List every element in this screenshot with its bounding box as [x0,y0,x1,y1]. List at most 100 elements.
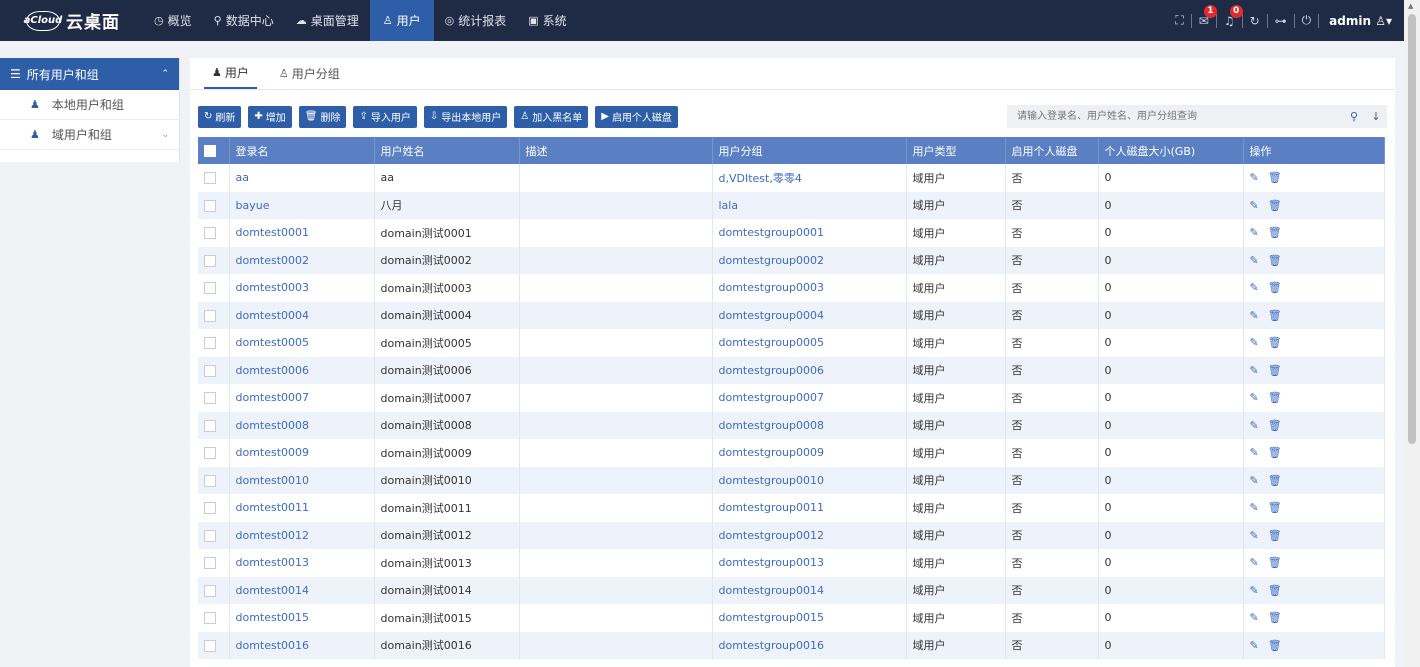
cell-login[interactable]: domtest0016 [229,631,375,659]
table-row[interactable]: domtest0014 domain测试0014 domtestgroup0014 域… [198,576,1385,604]
lock-icon[interactable]: ⊶ [1268,14,1294,28]
cell-login[interactable]: domtest0009 [229,439,375,467]
row-checkbox[interactable] [204,502,216,515]
trash-icon[interactable]: 🗑 [1268,391,1282,404]
cell-login[interactable]: aa [229,164,375,192]
select-all-checkbox[interactable] [204,145,216,157]
edit-icon[interactable]: ✎ [1250,281,1259,294]
edit-icon[interactable]: ✎ [1250,199,1259,212]
cell-group[interactable]: domtestgroup0003 [712,274,907,302]
cell-login[interactable]: domtest0007 [229,384,375,412]
column-header-group[interactable]: 用户分组 [712,137,907,164]
table-row[interactable]: domtest0013 domain测试0013 domtestgroup0013 域… [198,549,1385,577]
trash-icon[interactable]: 🗑 [1268,639,1282,652]
trash-icon[interactable]: 🗑 [1268,171,1282,184]
edit-icon[interactable]: ✎ [1250,501,1259,514]
trash-icon[interactable]: 🗑 [1268,254,1282,267]
edit-icon[interactable]: ✎ [1250,529,1259,542]
trash-icon[interactable]: 🗑 [1268,446,1282,459]
bell-icon[interactable]: ♫ 0 [1217,4,1243,28]
cell-group[interactable]: domtestgroup0009 [712,439,907,467]
column-header-description[interactable]: 描述 [519,137,713,164]
cell-group[interactable]: domtestgroup0012 [712,521,907,549]
edit-icon[interactable]: ✎ [1250,584,1259,597]
search-icon[interactable]: ⚲ [1343,110,1365,123]
edit-icon[interactable]: ✎ [1250,639,1259,652]
table-row[interactable]: bayue 八月 lala 域用户否 0 ✎ 🗑 [198,191,1385,219]
trash-icon[interactable]: 🗑 [1268,281,1282,294]
nav-system[interactable]: ▣ 系统 [517,0,577,41]
cell-group[interactable]: domtestgroup0016 [712,631,907,659]
scroll-up-icon[interactable]: ▲ [1408,2,1413,10]
cell-login[interactable]: domtest0015 [229,604,375,632]
cell-group[interactable]: domtestgroup0007 [712,384,907,412]
user-menu[interactable]: admin ♙▾ [1319,14,1392,28]
cell-login[interactable]: domtest0013 [229,549,375,577]
cell-group[interactable]: domtestgroup0015 [712,604,907,632]
refresh-icon[interactable]: ↻ [1243,14,1267,28]
cell-login[interactable]: domtest0003 [229,274,375,302]
row-checkbox[interactable] [204,392,216,405]
edit-icon[interactable]: ✎ [1250,446,1259,459]
mail-icon[interactable]: ✉ 1 [1192,4,1217,28]
edit-icon[interactable]: ✎ [1250,336,1259,349]
column-header-type[interactable]: 用户类型 [906,137,1006,164]
trash-icon[interactable]: 🗑 [1268,419,1282,432]
search-input[interactable] [1007,105,1343,128]
table-row[interactable]: domtest0006 domain测试0006 domtestgroup0006 域… [198,356,1385,384]
trash-icon[interactable]: 🗑 [1268,309,1282,322]
cell-login[interactable]: domtest0001 [229,219,375,247]
cell-login[interactable]: domtest0011 [229,494,375,522]
export-local-users-button[interactable]: ⇩ 导出本地用户 [423,105,508,128]
add-to-blacklist-button[interactable]: ♙ 加入黑名单 [514,105,589,128]
arrow-down-icon[interactable]: ↓ [1365,110,1387,123]
table-row[interactable]: domtest0005 domain测试0005 domtestgroup0005 域… [198,329,1385,357]
delete-button[interactable]: 🗑 删除 [298,105,347,128]
column-header-disk-enabled[interactable]: 启用个人磁盘 [1005,137,1099,164]
row-checkbox[interactable] [204,474,216,487]
column-header-login[interactable]: 登录名 [229,137,375,164]
row-checkbox[interactable] [204,309,216,322]
scroll-thumb[interactable] [1408,14,1416,444]
row-checkbox[interactable] [204,172,216,185]
cell-login[interactable]: domtest0006 [229,356,375,384]
cell-login[interactable]: domtest0010 [229,466,375,494]
fullscreen-icon[interactable]: ⛶ [1168,13,1190,28]
edit-icon[interactable]: ✎ [1250,364,1259,377]
cell-group[interactable]: lala [712,191,907,219]
table-row[interactable]: domtest0015 domain测试0015 domtestgroup0015 域… [198,604,1385,632]
cell-group[interactable]: domtestgroup0011 [712,494,907,522]
table-row[interactable]: domtest0009 domain测试0009 domtestgroup0009 域… [198,439,1385,467]
row-checkbox[interactable] [204,199,216,212]
cell-login[interactable]: domtest0012 [229,521,375,549]
table-row[interactable]: domtest0012 domain测试0012 domtestgroup0012 域… [198,521,1385,549]
row-checkbox[interactable] [204,584,216,597]
trash-icon[interactable]: 🗑 [1268,336,1282,349]
cell-group[interactable]: domtestgroup0014 [712,576,907,604]
row-checkbox[interactable] [204,364,216,377]
nav-datacenter[interactable]: ⚲ 数据中心 [203,0,285,41]
cell-login[interactable]: domtest0004 [229,301,375,329]
nav-reports[interactable]: ◎ 统计报表 [434,0,518,41]
sidebar-item-local-users[interactable]: ♟ 本地用户和组 [0,90,179,120]
table-row[interactable]: domtest0008 domain测试0008 domtestgroup0008 域… [198,411,1385,439]
page-scrollbar[interactable]: ▲ [1404,0,1420,667]
trash-icon[interactable]: 🗑 [1268,529,1282,542]
import-users-button[interactable]: ⇪ 导入用户 [353,105,417,128]
sidebar-item-domain-users[interactable]: ♟ 域用户和组 ⌄ [0,120,179,150]
tab-users[interactable]: ♟ 用户 [204,57,257,89]
trash-icon[interactable]: 🗑 [1268,226,1282,239]
refresh-button[interactable]: ↻ 刷新 [198,105,242,128]
edit-icon[interactable]: ✎ [1250,474,1259,487]
sidebar-header-all-users[interactable]: ☰ 所有用户和组 ⌃ [0,58,179,90]
row-checkbox[interactable] [204,419,216,432]
edit-icon[interactable]: ✎ [1250,254,1259,267]
row-checkbox[interactable] [204,337,216,350]
table-row[interactable]: domtest0010 domain测试0010 domtestgroup0010 域… [198,466,1385,494]
trash-icon[interactable]: 🗑 [1268,584,1282,597]
row-checkbox[interactable] [204,254,216,267]
cell-login[interactable]: domtest0014 [229,576,375,604]
cell-group[interactable]: domtestgroup0005 [712,329,907,357]
cell-group[interactable]: domtestgroup0001 [712,219,907,247]
table-row[interactable]: domtest0004 domain测试0004 domtestgroup0004 域… [198,301,1385,329]
